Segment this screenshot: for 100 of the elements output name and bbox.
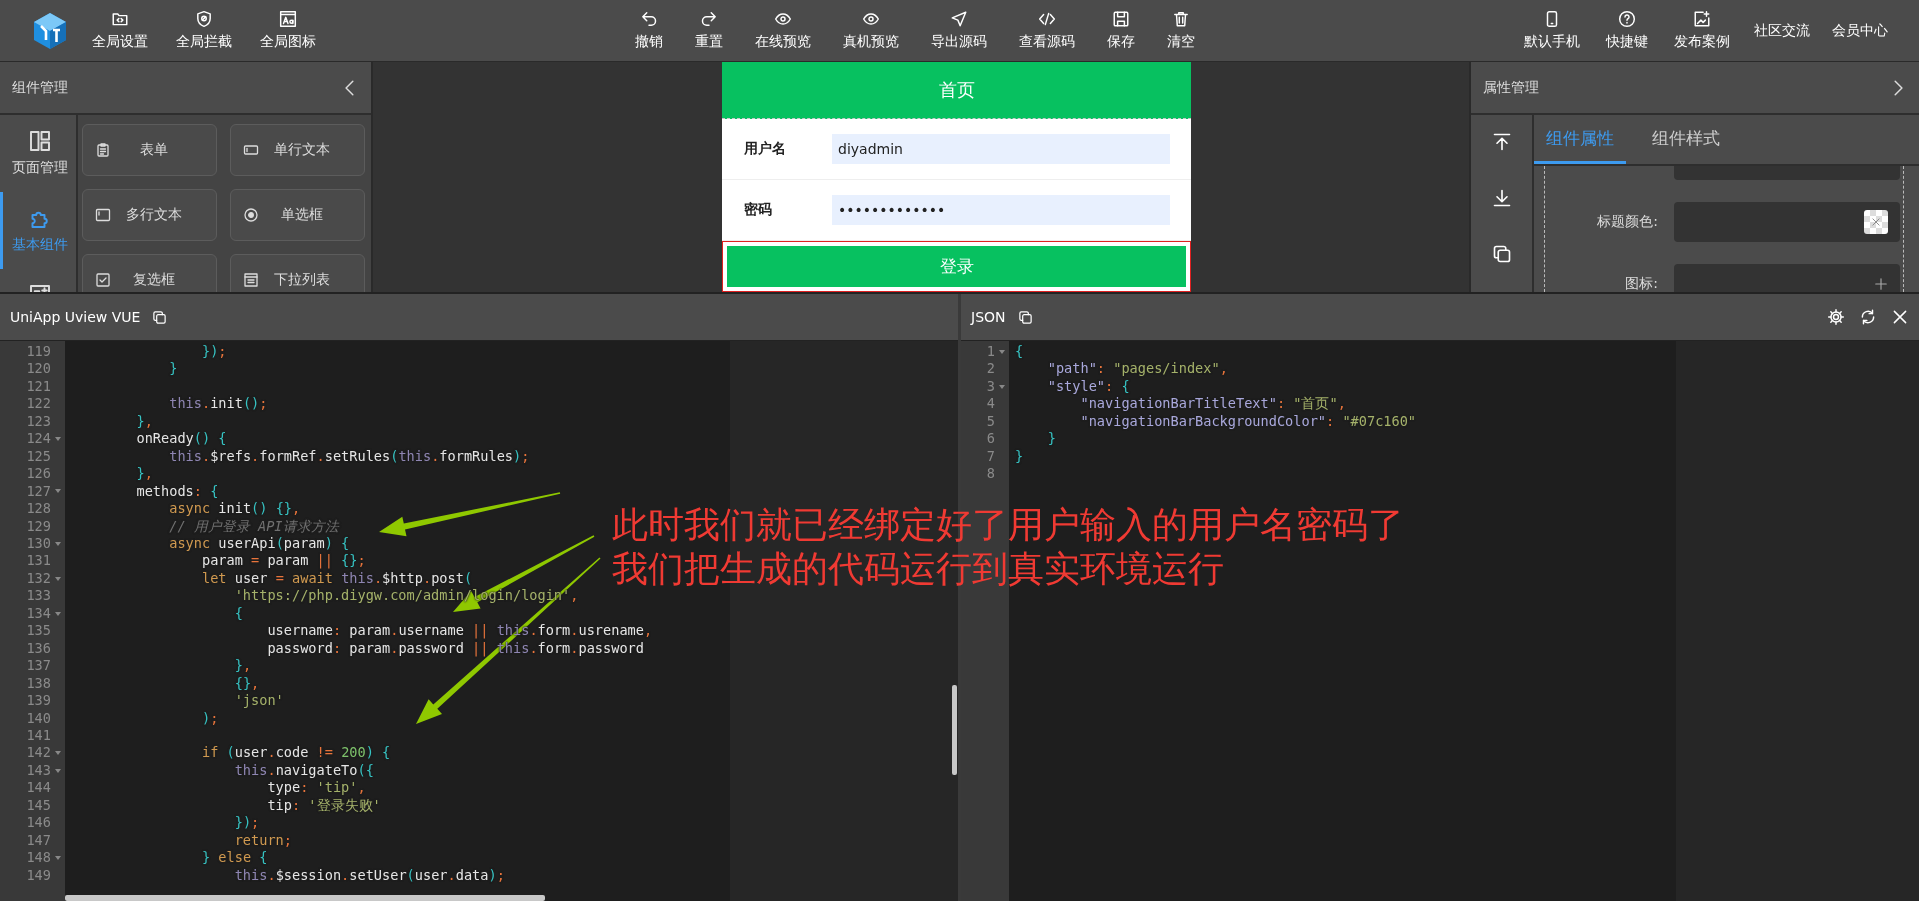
plus-icon [1874, 277, 1888, 291]
input-field[interactable]: diyadmin [832, 134, 1170, 164]
toolbar-button[interactable]: 在线预览 [747, 6, 819, 55]
fold-icon[interactable] [55, 489, 61, 494]
toolbar-button[interactable]: 撤销 [627, 6, 671, 55]
image-add-icon [1693, 10, 1711, 28]
fold-icon[interactable] [55, 541, 61, 546]
code-line: // 用户登录 API请求方法 [168, 517, 339, 535]
refresh-icon [1859, 308, 1877, 326]
toolbar-button[interactable]: 保存 [1099, 6, 1143, 55]
fold-icon[interactable] [999, 384, 1005, 389]
fold-icon[interactable] [999, 349, 1005, 354]
line-number: 149 [26, 866, 51, 885]
line-number: 124 [26, 430, 51, 448]
fold-icon[interactable] [55, 768, 61, 773]
toolbar-button[interactable]: 默认手机 [1516, 6, 1588, 55]
toolbar-button[interactable]: 真机预览 [835, 6, 907, 55]
to-bottom-icon [1491, 188, 1512, 208]
line-number: 138 [26, 674, 51, 693]
field-label: 标题颜色: [1596, 212, 1658, 231]
code-line: "navigationBarTitleText": "首页", [1079, 395, 1346, 413]
sidebar-item[interactable]: 页面管理 [0, 115, 76, 192]
component-button[interactable]: 表单 [82, 124, 217, 176]
tab[interactable]: 组件样式 [1640, 115, 1732, 164]
folder-code-icon [111, 10, 129, 28]
color-picker[interactable] [1674, 202, 1900, 242]
close-icon [1891, 308, 1909, 326]
component-button[interactable]: 多行文本 [82, 189, 217, 241]
code-line: this.init(); [168, 395, 268, 413]
copy-icon [1017, 309, 1033, 325]
line-number: 128 [26, 500, 51, 518]
component-button[interactable]: 复选框 [82, 254, 217, 292]
toolbar-button[interactable]: 发布案例 [1666, 6, 1738, 55]
line-number: 141 [26, 726, 51, 745]
line-number: 143 [26, 761, 51, 780]
toolbar-button[interactable]: 清空 [1159, 6, 1203, 55]
toolbar-link[interactable]: 社区交流 [1748, 17, 1816, 44]
code-line: } [168, 360, 178, 378]
line-number: 119 [26, 343, 51, 361]
field-label: 密码 [744, 201, 773, 219]
settings-button[interactable] [1827, 308, 1845, 326]
close-icon [1871, 217, 1881, 227]
input-field[interactable]: ••••••••••••• [832, 195, 1170, 225]
toolbar-button[interactable]: 全局拦截 [168, 6, 240, 55]
code-line: return; [233, 831, 292, 850]
line-number: 148 [26, 849, 51, 867]
code-line: type: 'tip', [266, 779, 366, 797]
refresh-button[interactable] [1859, 308, 1877, 326]
line-number: 3 [986, 377, 995, 396]
vertical-scrollbar[interactable] [952, 685, 957, 775]
code-line: }, [135, 465, 153, 483]
line-number: 136 [26, 639, 51, 658]
toolbar-button[interactable]: 重置 [687, 6, 731, 55]
line-number: 134 [26, 604, 51, 623]
line-number: 133 [26, 587, 51, 605]
paper-plane-icon [950, 10, 968, 28]
annotation-text: 此时我们就已经绑定好了用户输入的用户名密码了 [612, 503, 1404, 547]
code-icon [1038, 10, 1056, 28]
close-button[interactable] [1891, 308, 1909, 326]
copy-button[interactable] [1017, 309, 1033, 325]
line-number: 144 [26, 779, 51, 797]
component-button[interactable]: 下拉列表 [230, 254, 365, 292]
toolbar-button[interactable]: 快捷键 [1598, 6, 1656, 55]
fold-icon[interactable] [55, 611, 61, 616]
line-number: 132 [26, 569, 51, 588]
line-number: 140 [26, 709, 51, 727]
panel-title: 属性管理 [1483, 78, 1539, 97]
fold-icon[interactable] [55, 576, 61, 581]
toolbar-link[interactable]: 会员中心 [1826, 17, 1894, 44]
trash-icon [1172, 10, 1190, 28]
toolbar-button[interactable]: 全局图标 [252, 6, 324, 55]
navigation-bar: 首页 [722, 62, 1191, 119]
code-line: if (user.code != 200) { [200, 744, 391, 762]
textarea-icon [95, 207, 111, 223]
component-button[interactable]: 单选框 [230, 189, 365, 241]
code-line: "style": { [1046, 377, 1130, 396]
line-number: 8 [986, 465, 995, 483]
settings-icon [1827, 308, 1845, 326]
toolbar-button[interactable]: 全局设置 [84, 6, 156, 55]
code-line: }, [135, 412, 153, 431]
copy-button[interactable] [152, 309, 168, 325]
line-number: 127 [26, 482, 51, 501]
toolbar-button[interactable]: 导出源码 [923, 6, 995, 55]
undo-icon [640, 10, 658, 28]
radio-icon [243, 207, 259, 223]
code-line: 'json' [233, 692, 284, 710]
component-button[interactable]: 单行文本 [230, 124, 365, 176]
line-number: 126 [26, 465, 51, 483]
line-number: 121 [26, 377, 51, 396]
horizontal-scrollbar[interactable] [65, 895, 545, 901]
toolbar-button[interactable]: 查看源码 [1011, 6, 1083, 55]
line-number: 142 [26, 744, 51, 762]
line-number: 146 [26, 814, 51, 832]
fold-icon[interactable] [55, 437, 61, 441]
code-line: ); [200, 709, 219, 727]
fold-icon[interactable] [55, 855, 61, 860]
line-number: 122 [26, 395, 51, 413]
fold-icon[interactable] [55, 751, 61, 756]
redo-icon [700, 10, 718, 28]
line-number: 129 [26, 517, 51, 535]
